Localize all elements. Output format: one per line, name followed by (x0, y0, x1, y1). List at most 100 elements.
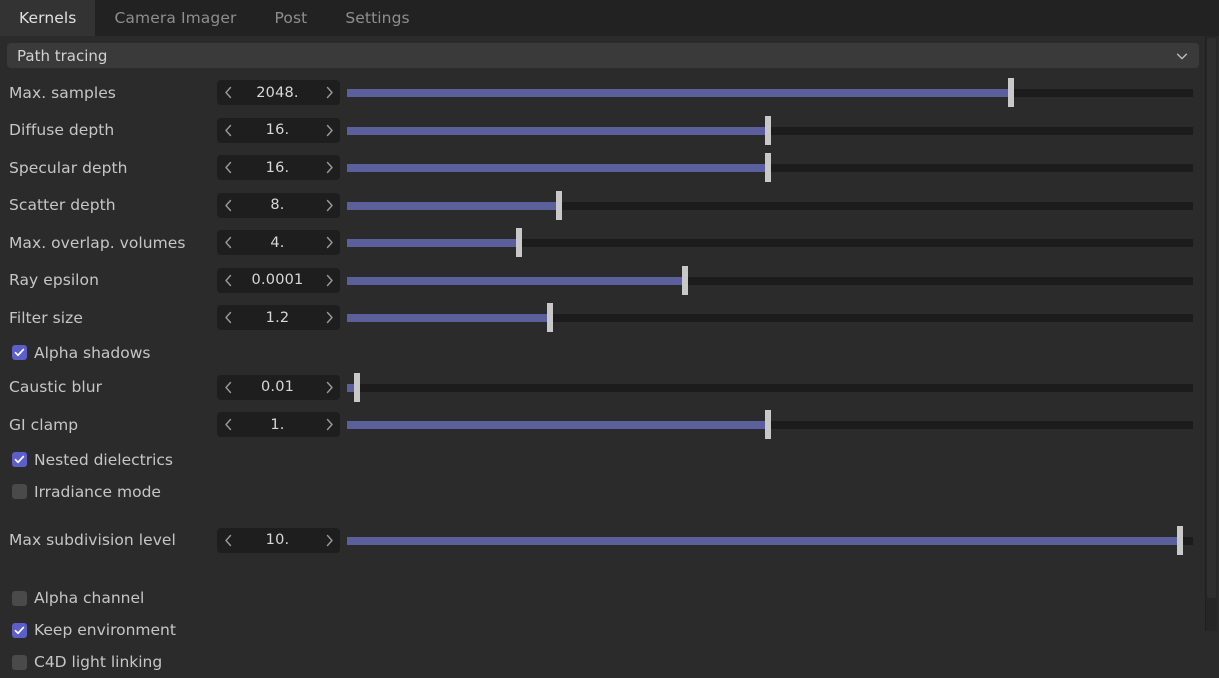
checkbox-unchecked-icon[interactable] (12, 654, 27, 670)
spinner-max-subdivision-level[interactable]: 10. (217, 527, 340, 553)
chevron-right-icon[interactable] (318, 412, 340, 437)
chevron-right-icon[interactable] (318, 118, 340, 143)
slider-handle[interactable] (765, 153, 772, 183)
chevron-right-icon[interactable] (318, 80, 340, 105)
slider-scatter-depth[interactable] (347, 190, 1193, 220)
chevron-left-icon[interactable] (217, 230, 239, 255)
checkbox-alpha-shadows[interactable]: Alpha shadows (12, 344, 150, 362)
section-header-path-tracing[interactable]: Path tracing (7, 43, 1199, 68)
row-keep-environment: Keep environment (0, 614, 1219, 646)
chevron-left-icon[interactable] (217, 412, 239, 437)
chevron-right-icon[interactable] (318, 305, 340, 330)
value-max-subdivision-level[interactable]: 10. (239, 532, 318, 548)
spinner-scatter-depth[interactable]: 8. (217, 192, 340, 218)
spinner-filter-size[interactable]: 1.2 (217, 305, 340, 331)
row-gi-clamp: GI clamp 1. (0, 406, 1219, 444)
row-irradiance-mode: Irradiance mode (0, 476, 1219, 508)
row-specular-depth: Specular depth 16. (0, 149, 1219, 187)
slider-max-subdivision-level[interactable] (347, 525, 1193, 555)
spinner-max-samples[interactable]: 2048. (217, 80, 340, 106)
value-diffuse-depth[interactable]: 16. (239, 122, 318, 138)
chevron-left-icon[interactable] (217, 528, 239, 553)
chevron-left-icon[interactable] (217, 268, 239, 293)
slider-handle[interactable] (547, 303, 554, 333)
slider-handle[interactable] (515, 228, 522, 258)
value-max-overlap-volumes[interactable]: 4. (239, 235, 318, 251)
slider-fill (347, 276, 686, 285)
label-ray-epsilon: Ray epsilon (9, 271, 99, 290)
tab-kernels-label: Kernels (19, 9, 77, 27)
checkbox-unchecked-icon[interactable] (12, 484, 27, 499)
checkbox-irradiance-mode[interactable]: Irradiance mode (12, 483, 161, 501)
chevron-right-icon[interactable] (318, 528, 340, 553)
checkbox-keep-environment[interactable]: Keep environment (12, 621, 176, 639)
slider-ray-epsilon[interactable] (347, 265, 1193, 295)
chevron-right-icon[interactable] (318, 268, 340, 293)
slider-max-samples[interactable] (347, 78, 1193, 108)
tab-post-label: Post (274, 9, 308, 27)
vertical-scrollbar[interactable] (1206, 36, 1217, 631)
slider-max-overlap-volumes[interactable] (347, 228, 1193, 258)
spinner-specular-depth[interactable]: 16. (217, 155, 340, 181)
tab-post[interactable]: Post (255, 0, 326, 36)
slider-specular-depth[interactable] (347, 153, 1193, 183)
slider-fill (347, 89, 1012, 98)
value-gi-clamp[interactable]: 1. (239, 417, 318, 433)
parameter-list: Max. samples 2048. Diffuse depth 16. Spe… (0, 71, 1219, 678)
checkbox-keep-environment-label: Keep environment (34, 621, 176, 639)
slider-handle[interactable] (765, 410, 772, 440)
slider-handle[interactable] (555, 190, 562, 220)
value-ray-epsilon[interactable]: 0.0001 (239, 272, 318, 288)
chevron-right-icon[interactable] (318, 155, 340, 180)
chevron-right-icon[interactable] (318, 230, 340, 255)
spinner-diffuse-depth[interactable]: 16. (217, 117, 340, 143)
slider-handle[interactable] (765, 115, 772, 145)
chevron-left-icon[interactable] (217, 155, 239, 180)
checkbox-c4d-light-linking[interactable]: C4D light linking (12, 653, 162, 671)
checkbox-alpha-channel[interactable]: Alpha channel (12, 589, 144, 607)
chevron-left-icon[interactable] (217, 118, 239, 143)
checkbox-nested-dielectrics[interactable]: Nested dielectrics (12, 451, 173, 469)
value-filter-size[interactable]: 1.2 (239, 310, 318, 326)
value-scatter-depth[interactable]: 8. (239, 197, 318, 213)
checkbox-nested-dielectrics-label: Nested dielectrics (34, 450, 173, 469)
chevron-left-icon[interactable] (217, 80, 239, 105)
tab-camera-imager[interactable]: Camera Imager (95, 0, 255, 36)
slider-filter-size[interactable] (347, 303, 1193, 333)
chevron-left-icon[interactable] (217, 305, 239, 330)
chevron-down-icon[interactable] (1175, 49, 1189, 63)
slider-fill (347, 164, 769, 173)
checkbox-unchecked-icon[interactable] (12, 590, 27, 606)
label-max-samples: Max. samples (9, 83, 116, 102)
slider-fill (347, 536, 1181, 545)
slider-handle[interactable] (682, 265, 689, 295)
chevron-right-icon[interactable] (318, 193, 340, 218)
chevron-right-icon[interactable] (318, 375, 340, 400)
spinner-max-overlap-volumes[interactable]: 4. (217, 230, 340, 256)
slider-fill (347, 239, 519, 248)
tab-kernels[interactable]: Kernels (0, 0, 96, 36)
checkbox-checked-icon[interactable] (12, 345, 27, 360)
slider-track (347, 383, 1193, 392)
scrollbar-thumb[interactable] (1207, 38, 1216, 598)
chevron-left-icon[interactable] (217, 193, 239, 218)
slider-handle[interactable] (1008, 78, 1015, 108)
checkbox-checked-icon[interactable] (12, 452, 27, 467)
checkbox-checked-icon[interactable] (12, 622, 27, 638)
value-specular-depth[interactable]: 16. (239, 160, 318, 176)
slider-gi-clamp[interactable] (347, 410, 1193, 440)
row-alpha-channel: Alpha channel (0, 582, 1219, 614)
spinner-gi-clamp[interactable]: 1. (217, 412, 340, 438)
chevron-left-icon[interactable] (217, 375, 239, 400)
slider-handle[interactable] (1177, 525, 1184, 555)
spinner-ray-epsilon[interactable]: 0.0001 (217, 267, 340, 293)
row-max-subdivision-level: Max subdivision level 10. (0, 522, 1219, 560)
slider-caustic-blur[interactable] (347, 372, 1193, 402)
tab-settings[interactable]: Settings (326, 0, 428, 36)
row-diffuse-depth: Diffuse depth 16. (0, 112, 1219, 150)
slider-diffuse-depth[interactable] (347, 115, 1193, 145)
value-max-samples[interactable]: 2048. (239, 85, 318, 101)
slider-handle[interactable] (354, 372, 361, 402)
value-caustic-blur[interactable]: 0.01 (239, 379, 318, 395)
spinner-caustic-blur[interactable]: 0.01 (217, 374, 340, 400)
